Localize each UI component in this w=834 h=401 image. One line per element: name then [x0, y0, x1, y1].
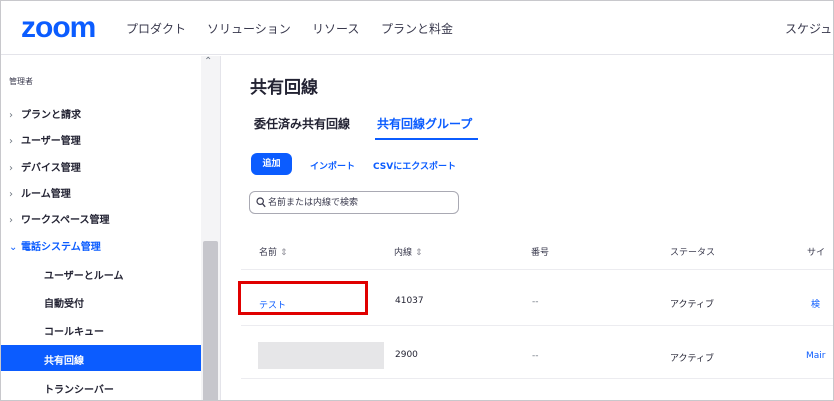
- row-status: アクティブ: [670, 354, 715, 364]
- sidebar-item-plans-billing[interactable]: › プランと請求: [9, 106, 81, 121]
- sidebar-item-room-management[interactable]: › ルーム管理: [9, 185, 71, 200]
- column-header-number: 番号: [531, 248, 550, 258]
- zoom-logo[interactable]: zoom: [21, 13, 96, 43]
- chevron-down-icon: ⌄: [9, 242, 18, 253]
- table-row-divider: [241, 378, 833, 379]
- tab-shared-line-groups[interactable]: 共有回線グループ: [377, 115, 472, 132]
- column-header-site: サイ: [807, 248, 826, 258]
- sidebar-subitem-shared-lines[interactable]: 共有回線: [1, 345, 201, 371]
- chevron-right-icon: ›: [9, 163, 13, 174]
- app-window: zoom プロダクト ソリューション リソース プランと料金 スケジュ 管理者 …: [0, 0, 834, 401]
- nav-products[interactable]: プロダクト: [126, 20, 186, 37]
- sidebar: 管理者 › プランと請求 › ユーザー管理 › デバイス管理 › ルーム管理 › ワークス…: [1, 56, 221, 400]
- sidebar-scrollbar[interactable]: ⌃: [201, 56, 220, 400]
- column-header-name[interactable]: 名前 ⇕: [259, 245, 288, 258]
- row-number: --: [532, 351, 539, 361]
- export-csv-link[interactable]: CSVにエクスポート: [373, 159, 456, 172]
- scrollbar-thumb[interactable]: [203, 241, 218, 400]
- sort-icon: ⇕: [280, 248, 288, 258]
- row-site-link[interactable]: 検: [811, 297, 820, 310]
- row-site-link[interactable]: Mair: [806, 351, 825, 361]
- sidebar-item-workspace-management[interactable]: › ワークスペース管理: [9, 211, 110, 226]
- nav-plans-pricing[interactable]: プランと料金: [381, 20, 453, 37]
- chevron-right-icon: ›: [9, 215, 13, 226]
- search-input[interactable]: [268, 195, 453, 211]
- sidebar-item-user-management[interactable]: › ユーザー管理: [9, 132, 81, 147]
- add-button[interactable]: 追加: [251, 153, 292, 175]
- nav-schedule[interactable]: スケジュ: [785, 20, 833, 37]
- table-divider: [241, 269, 833, 270]
- nav-resources[interactable]: リソース: [312, 20, 359, 37]
- table-row-divider: [241, 325, 833, 326]
- import-link[interactable]: インポート: [310, 159, 355, 172]
- row-number: --: [532, 297, 539, 307]
- sidebar-subitem-call-queue[interactable]: コールキュー: [44, 323, 104, 338]
- nav-solutions[interactable]: ソリューション: [207, 20, 291, 37]
- search-box[interactable]: [249, 191, 459, 214]
- redacted-name: [258, 342, 384, 369]
- sort-icon: ⇕: [415, 248, 423, 258]
- page-title: 共有回線: [250, 78, 318, 98]
- sidebar-subitem-auto-receptionist[interactable]: 自動受付: [44, 295, 84, 310]
- chevron-right-icon: ›: [9, 136, 13, 147]
- sidebar-item-phone-system[interactable]: ⌄ 電話システム管理: [9, 238, 101, 253]
- column-header-status: ステータス: [670, 248, 716, 258]
- top-navigation: zoom プロダクト ソリューション リソース プランと料金 スケジュ: [1, 1, 833, 55]
- sidebar-admin-label: 管理者: [9, 77, 33, 86]
- sidebar-subitem-walkie-talkie[interactable]: トランシーバー: [44, 381, 114, 396]
- search-icon: [256, 197, 266, 208]
- row-extension: 41037: [395, 296, 424, 306]
- row-status: アクティブ: [670, 300, 715, 310]
- sidebar-subitem-users-rooms[interactable]: ユーザーとルーム: [44, 267, 124, 282]
- active-tab-indicator: [375, 138, 478, 140]
- chevron-right-icon: ›: [9, 110, 13, 121]
- column-header-extension[interactable]: 内線 ⇕: [394, 245, 423, 258]
- chevron-right-icon: ›: [9, 189, 13, 200]
- sidebar-item-device-management[interactable]: › デバイス管理: [9, 159, 81, 174]
- row-extension: 2900: [395, 350, 418, 360]
- scroll-up-icon[interactable]: ⌃: [204, 56, 212, 67]
- highlight-annotation: [238, 281, 368, 315]
- tab-delegated-shared-lines[interactable]: 委任済み共有回線: [254, 115, 350, 132]
